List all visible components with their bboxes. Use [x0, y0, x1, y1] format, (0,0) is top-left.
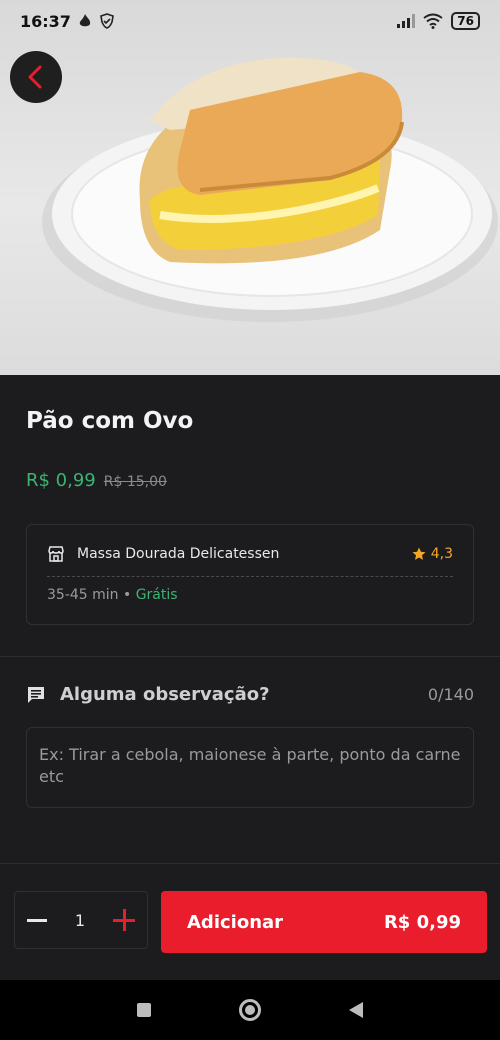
- sandwich-illustration: [42, 57, 498, 322]
- delivery-fee: Grátis: [135, 587, 178, 603]
- minus-icon[interactable]: [27, 918, 47, 922]
- delivery-separator: •: [122, 587, 132, 603]
- back-button[interactable]: [10, 51, 62, 103]
- store-rating: 4,3: [412, 546, 453, 562]
- add-button-label: Adicionar: [187, 911, 284, 933]
- product-price: R$ 0,99: [26, 470, 96, 491]
- observation-counter: 0/140: [427, 685, 474, 704]
- observation-input[interactable]: Ex: Tirar a cebola, maionese à parte, po…: [26, 727, 474, 808]
- star-icon: [412, 547, 426, 560]
- status-bar: 16:37 76: [0, 0, 500, 42]
- back-icon: [28, 65, 42, 89]
- store-icon: [48, 546, 64, 562]
- observation-label: Alguma observação?: [60, 684, 270, 705]
- signal-icon: [397, 14, 416, 28]
- status-time: 16:37: [20, 11, 71, 31]
- store-divider: [47, 576, 453, 577]
- plus-icon[interactable]: [113, 909, 135, 931]
- observation-header: Alguma observação? 0/140: [26, 684, 474, 705]
- battery-icon: 76: [451, 12, 480, 30]
- comment-icon: [28, 686, 44, 703]
- add-to-cart-button[interactable]: Adicionar R$ 0,99: [161, 891, 487, 953]
- nav-back-icon[interactable]: [349, 1002, 363, 1018]
- product-title: Pão com Ovo: [26, 408, 194, 434]
- price-row: R$ 0,99 R$ 15,00: [26, 470, 167, 491]
- system-nav-bar: [0, 980, 500, 1040]
- product-image: [0, 0, 500, 375]
- delivery-time: 35-45 min: [47, 587, 119, 603]
- store-card[interactable]: Massa Dourada Delicatessen 4,3 35-45 min…: [26, 524, 474, 625]
- shield-icon: [100, 13, 114, 29]
- nav-recents-icon[interactable]: [137, 1003, 151, 1017]
- store-name: Massa Dourada Delicatessen: [77, 546, 280, 562]
- section-divider: [0, 656, 500, 657]
- quantity-value: 1: [74, 910, 86, 930]
- footer-bar: 1 Adicionar R$ 0,99: [0, 878, 500, 980]
- add-button-price: R$ 0,99: [383, 911, 461, 933]
- store-rating-value: 4,3: [430, 546, 453, 562]
- flame-icon: [79, 14, 91, 27]
- nav-home-icon[interactable]: [239, 999, 261, 1021]
- delivery-info: 35-45 min • Grátis: [47, 587, 178, 603]
- product-old-price: R$ 15,00: [103, 474, 167, 490]
- quantity-stepper: 1: [14, 891, 148, 949]
- footer-divider: [0, 863, 500, 864]
- wifi-icon: [423, 13, 443, 29]
